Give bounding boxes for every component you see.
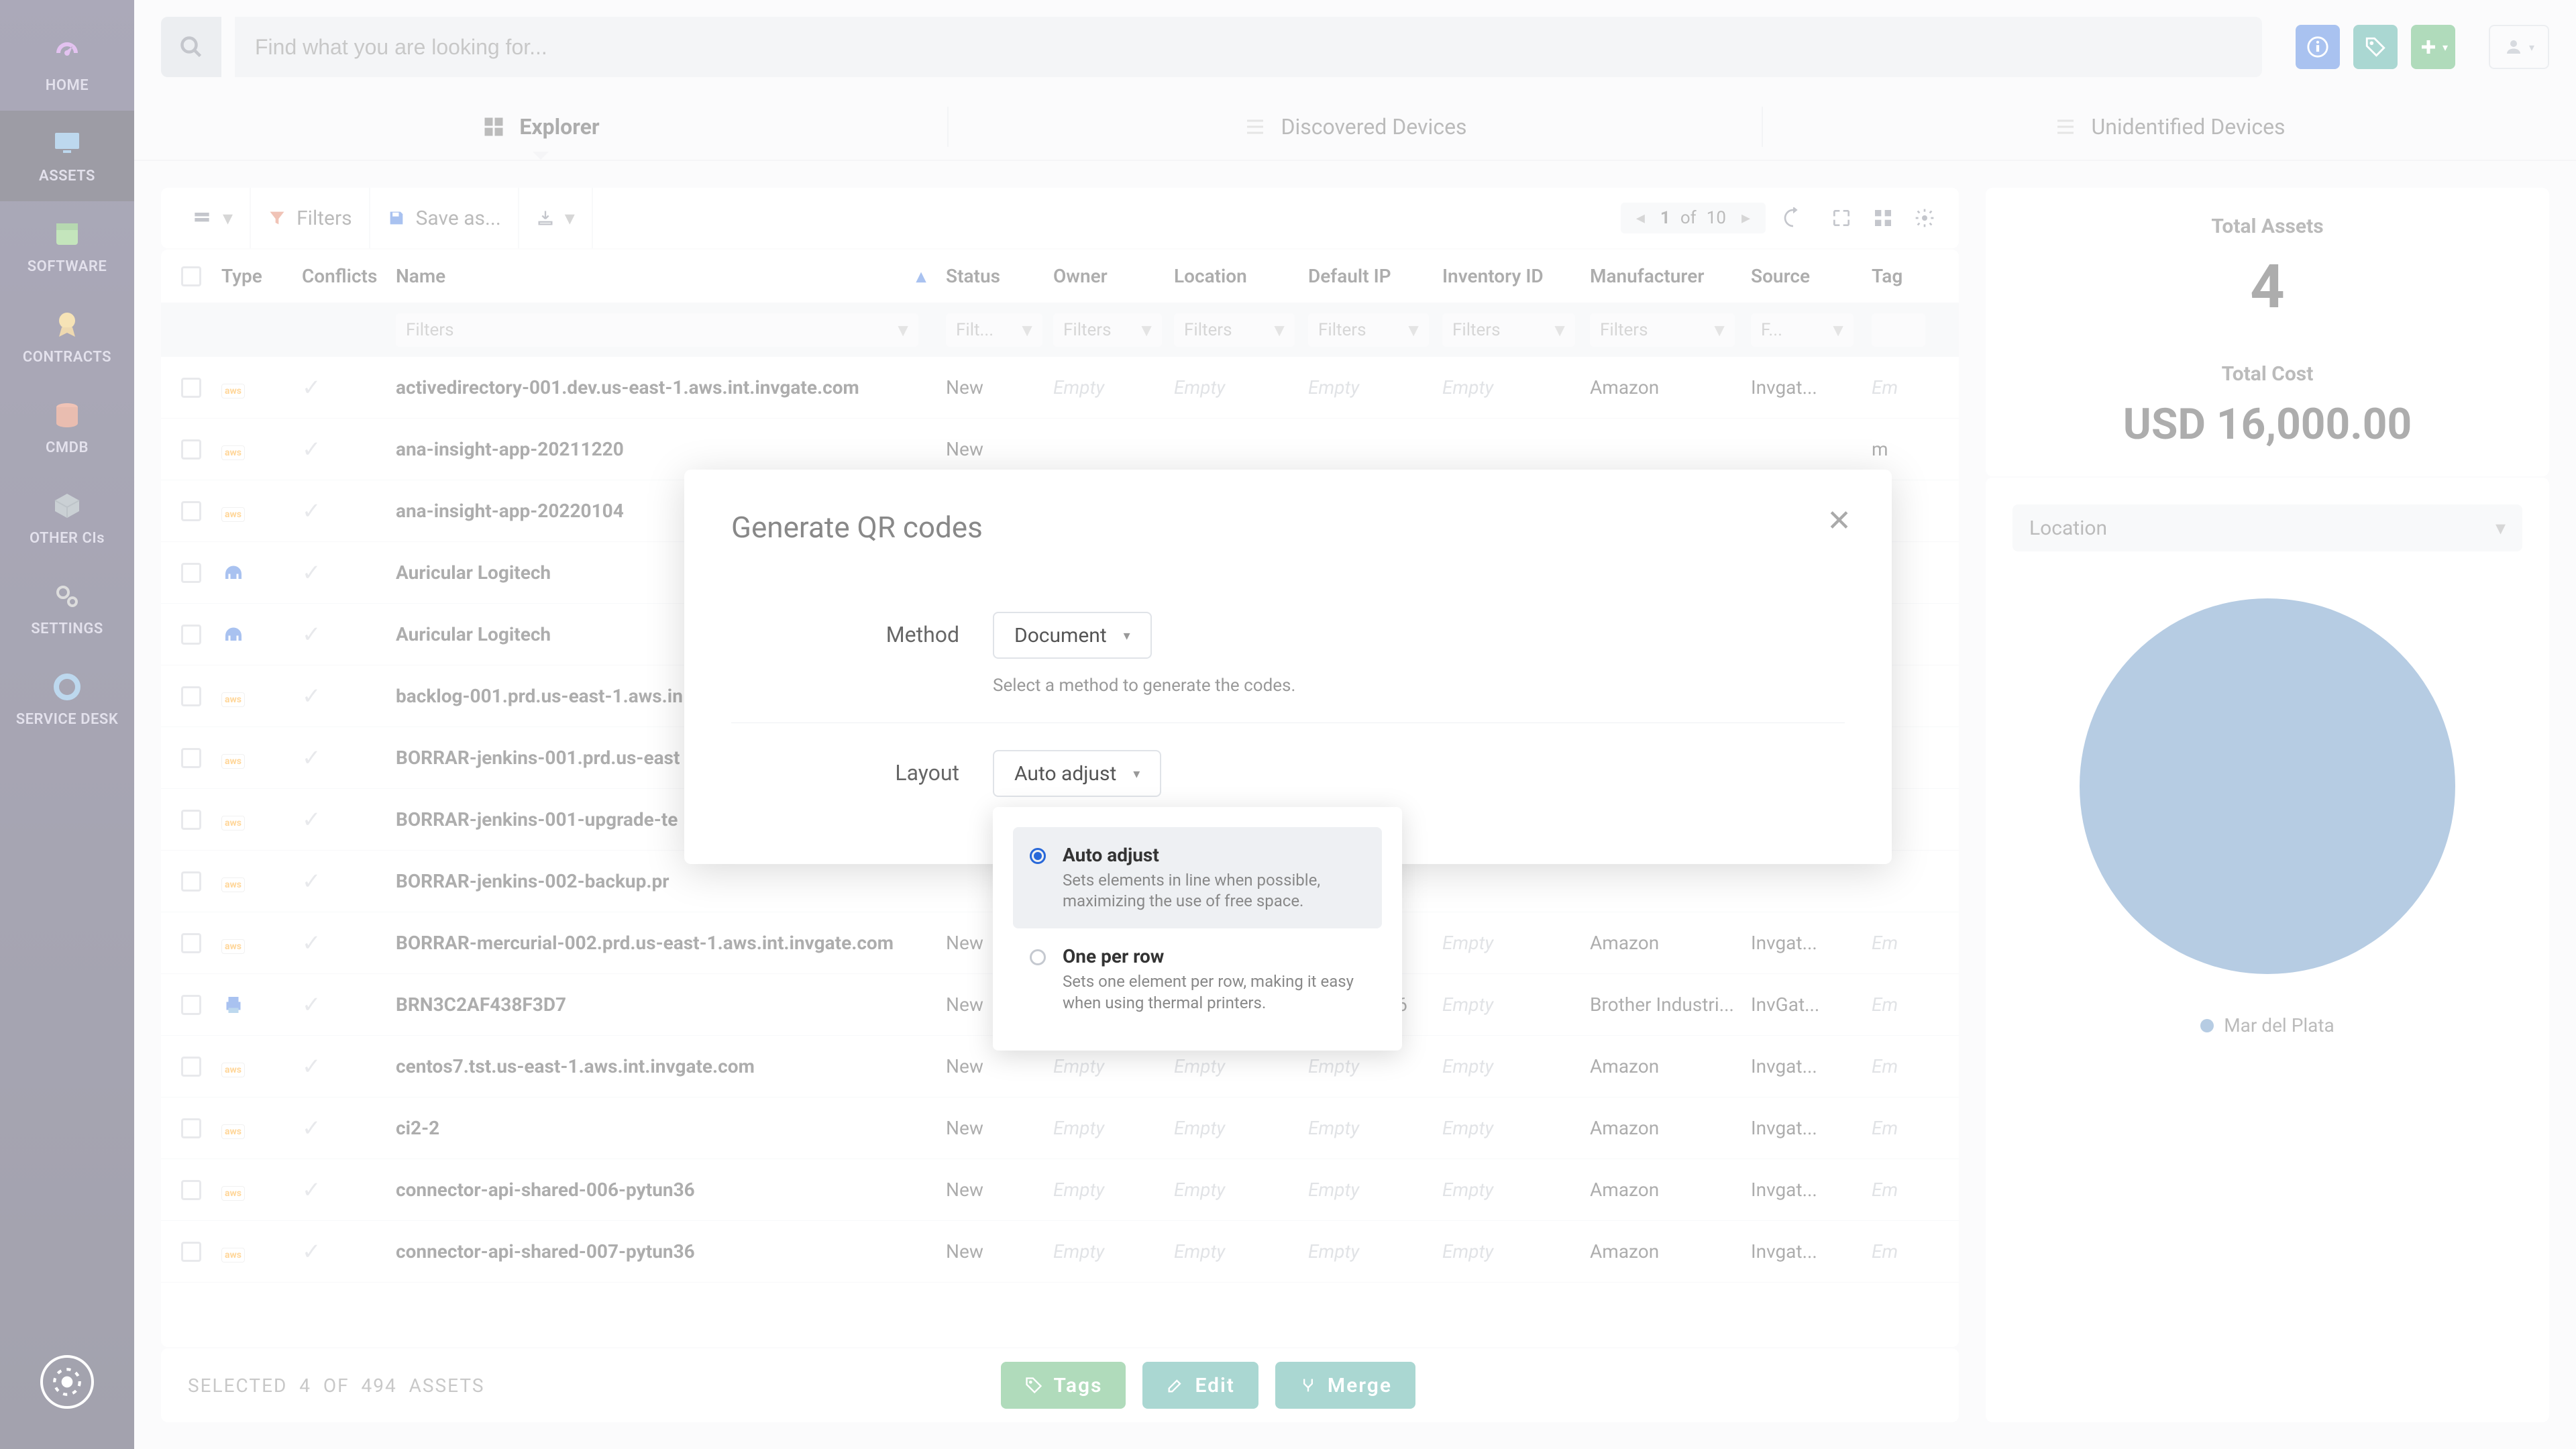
layout-dropdown[interactable]: Auto adjust▾ [993,750,1161,797]
chevron-down-icon: ▾ [1133,765,1140,782]
radio-selected [1030,848,1046,864]
option-desc: Sets elements in line when possible, max… [1063,870,1365,912]
option-title: One per row [1063,945,1365,967]
method-hint: Select a method to generate the codes. [993,676,1845,696]
modal-overlay[interactable]: ✕ Generate QR codes Method Document▾ Sel… [0,0,2576,1449]
modal-title: Generate QR codes [731,510,1845,545]
layout-options: Auto adjust Sets elements in line when po… [993,807,1402,1051]
layout-option-auto[interactable]: Auto adjust Sets elements in line when po… [1013,827,1382,928]
radio-unselected [1030,949,1046,965]
chevron-down-icon: ▾ [1124,627,1130,643]
method-label: Method [731,612,959,696]
layout-label: Layout [731,750,959,797]
layout-option-onerow[interactable]: One per row Sets one element per row, mak… [1013,928,1382,1030]
option-desc: Sets one element per row, making it easy… [1063,971,1365,1013]
method-dropdown[interactable]: Document▾ [993,612,1152,659]
option-title: Auto adjust [1063,844,1365,866]
qr-modal: ✕ Generate QR codes Method Document▾ Sel… [684,470,1892,864]
modal-close-button[interactable]: ✕ [1827,503,1851,538]
